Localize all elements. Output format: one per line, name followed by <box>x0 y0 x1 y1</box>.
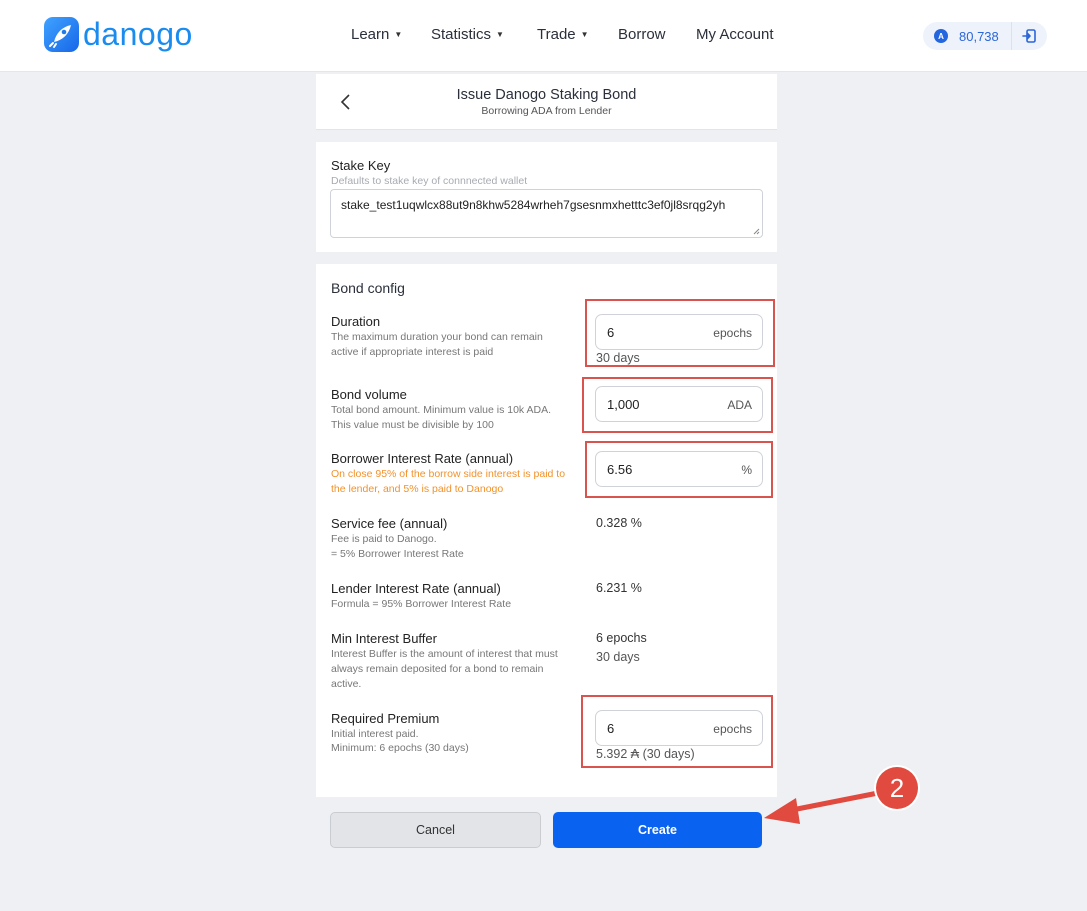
nav-statistics[interactable]: Statistics ▼ <box>431 26 504 43</box>
premium-hint-2: Minimum: 6 epochs (30 days) <box>331 742 469 754</box>
nav-my-account[interactable]: My Account <box>696 26 774 43</box>
top-navbar: danogo Learn ▼ Statistics ▼ Trade ▼ Borr… <box>0 0 1087 72</box>
caret-down-icon: ▼ <box>496 30 504 39</box>
nav-statistics-label: Statistics <box>431 26 492 43</box>
bond-volume-hint: Total bond amount. Minimum value is 10k … <box>331 404 552 416</box>
wallet-balance-pill[interactable]: A 80,738 <box>923 22 1047 50</box>
service-fee-label: Service fee (annual) <box>331 516 448 531</box>
danogo-logo[interactable]: danogo <box>44 17 193 52</box>
logo-wordmark: danogo <box>83 16 193 52</box>
bond-config-title: Bond config <box>331 280 405 296</box>
service-fee-value: 0.328 % <box>596 516 642 530</box>
stake-key-label: Stake Key <box>331 158 391 173</box>
page-header-panel: Issue Danogo Staking Bond Borrowing ADA … <box>316 74 777 130</box>
highlight-borrower-rate <box>585 441 773 498</box>
min-buffer-days: 30 days <box>596 650 640 664</box>
logout-icon[interactable] <box>1012 22 1046 50</box>
nav-trade-label: Trade <box>537 26 576 43</box>
lender-rate-label: Lender Interest Rate (annual) <box>331 581 501 596</box>
min-buffer-epochs: 6 epochs <box>596 631 647 645</box>
borrower-rate-label: Borrower Interest Rate (annual) <box>331 451 514 466</box>
borrower-rate-hint: On close 95% of the borrow side interest… <box>331 468 566 495</box>
annotation-arrow <box>764 790 880 824</box>
duration-label: Duration <box>331 314 381 329</box>
highlight-duration <box>585 299 775 367</box>
caret-down-icon: ▼ <box>580 30 589 39</box>
nav-learn[interactable]: Learn ▼ <box>351 26 402 43</box>
service-fee-hint-2: = 5% Borrower Interest Rate <box>331 548 464 560</box>
bond-volume-label: Bond volume <box>331 387 407 402</box>
lender-rate-value: 6.231 % <box>596 581 642 595</box>
nav-my-account-label: My Account <box>696 26 774 43</box>
premium-label: Required Premium <box>331 711 440 726</box>
min-buffer-label: Min Interest Buffer <box>331 631 437 646</box>
wallet-balance: 80,738 <box>959 28 999 44</box>
caret-down-icon: ▼ <box>394 30 403 39</box>
min-buffer-hint: Interest Buffer is the amount of interes… <box>331 648 558 690</box>
resize-grip-icon[interactable] <box>753 228 760 235</box>
bond-volume-hint-2: This value must be divisible by 100 <box>331 419 494 431</box>
stake-key-hint: Defaults to stake key of connnected wall… <box>331 175 528 187</box>
nav-borrow-label: Borrow <box>618 26 666 43</box>
highlight-volume <box>582 377 773 433</box>
nav-borrow[interactable]: Borrow <box>618 26 666 43</box>
page-subtitle: Borrowing ADA from Lender <box>481 105 612 117</box>
highlight-premium <box>581 695 773 768</box>
nav-learn-label: Learn <box>351 26 390 43</box>
premium-hint: Initial interest paid. <box>331 728 419 740</box>
stake-key-panel: Stake Key Defaults to stake key of connn… <box>316 142 777 252</box>
stake-key-value: stake_test1uqwlcx88ut9n8khw5284wrheh7gse… <box>341 198 726 212</box>
create-button[interactable]: Create <box>553 812 762 848</box>
step-number-badge: 2 <box>876 767 918 809</box>
stake-key-textarea[interactable]: stake_test1uqwlcx88ut9n8khw5284wrheh7gse… <box>330 189 763 238</box>
page-title: Issue Danogo Staking Bond <box>456 87 637 103</box>
ada-icon: A <box>934 29 948 43</box>
rocket-icon <box>44 17 79 52</box>
duration-hint: The maximum duration your bond can remai… <box>331 331 543 358</box>
lender-rate-hint: Formula = 95% Borrower Interest Rate <box>331 598 512 610</box>
cancel-button[interactable]: Cancel <box>330 812 541 848</box>
nav-trade[interactable]: Trade ▼ <box>537 26 589 43</box>
service-fee-hint: Fee is paid to Danogo. <box>331 533 437 545</box>
